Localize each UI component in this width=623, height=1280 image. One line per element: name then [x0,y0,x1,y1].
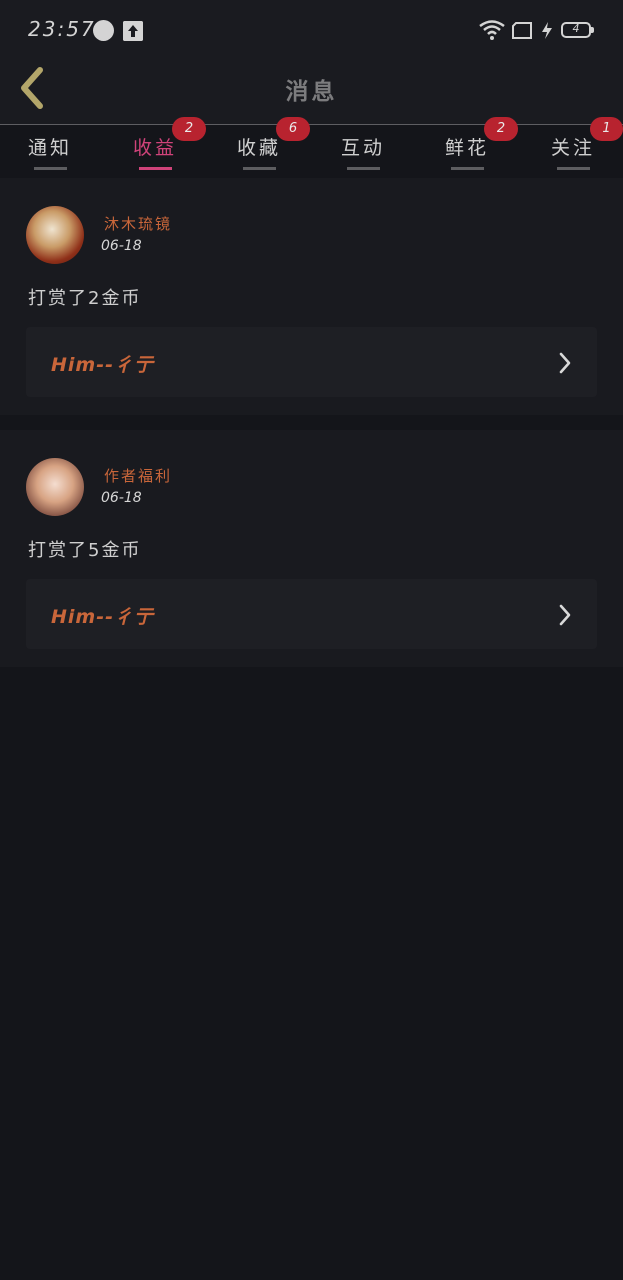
battery-tip [591,27,594,33]
message-date: 06-18 [101,238,142,254]
tab-underline [451,167,484,170]
sender-name[interactable]: 作者福利 [104,465,172,486]
wifi-icon [479,20,505,44]
unread-badge: 2 [484,117,518,141]
charging-icon [541,22,553,43]
unread-badge: 6 [276,117,310,141]
avatar[interactable] [26,458,84,516]
messages-screen: 23:57 4 消息 通知 收益 2 收藏 6 互动 鲜花 2 关注 1 沐木琉… [0,0,623,1280]
tab-label: 互动 [340,137,385,159]
unread-badge: 2 [172,117,206,141]
book-link-row[interactable]: Him--彳亍 [26,579,597,649]
message-date: 06-18 [101,490,142,506]
battery-icon: 4 [561,22,594,38]
tab-bar: 通知 收益 2 收藏 6 互动 鲜花 2 关注 1 [0,117,623,177]
sim-card-icon [511,22,533,43]
message-card: 沐木琉镜 06-18 打赏了2金币 Him--彳亍 [0,178,623,415]
message-text: 打赏了2金币 [28,288,142,309]
tab-notifications[interactable]: 通知 [14,125,86,175]
tab-following[interactable]: 关注 1 [537,117,623,175]
chevron-right-icon [559,604,571,626]
tab-underline [243,167,276,170]
status-bar: 23:57 4 [0,0,623,60]
chevron-right-icon [559,352,571,374]
tab-underline [347,167,380,170]
tab-underline [139,167,172,170]
message-card: 作者福利 06-18 打赏了5金币 Him--彳亍 [0,430,623,667]
battery-level: 4 [572,22,580,35]
book-link-row[interactable]: Him--彳亍 [26,327,597,397]
tab-favorites[interactable]: 收藏 6 [223,117,310,175]
book-title: Him--彳亍 [51,354,154,376]
sender-name[interactable]: 沐木琉镜 [104,213,172,234]
message-text: 打赏了5金币 [28,540,142,561]
upload-icon [123,21,143,41]
status-time: 23:57 [28,17,96,41]
tab-flowers[interactable]: 鲜花 2 [431,117,518,175]
page-title: 消息 [285,79,338,105]
unread-badge: 1 [590,117,623,141]
account-circle-icon [93,20,114,41]
tab-underline [557,167,590,170]
book-title: Him--彳亍 [51,606,154,628]
header: 消息 [0,60,623,125]
avatar[interactable] [26,206,84,264]
tab-underline [34,167,67,170]
tab-interactions[interactable]: 互动 [327,125,399,175]
tab-label: 通知 [27,137,72,159]
tab-earnings[interactable]: 收益 2 [119,117,206,175]
